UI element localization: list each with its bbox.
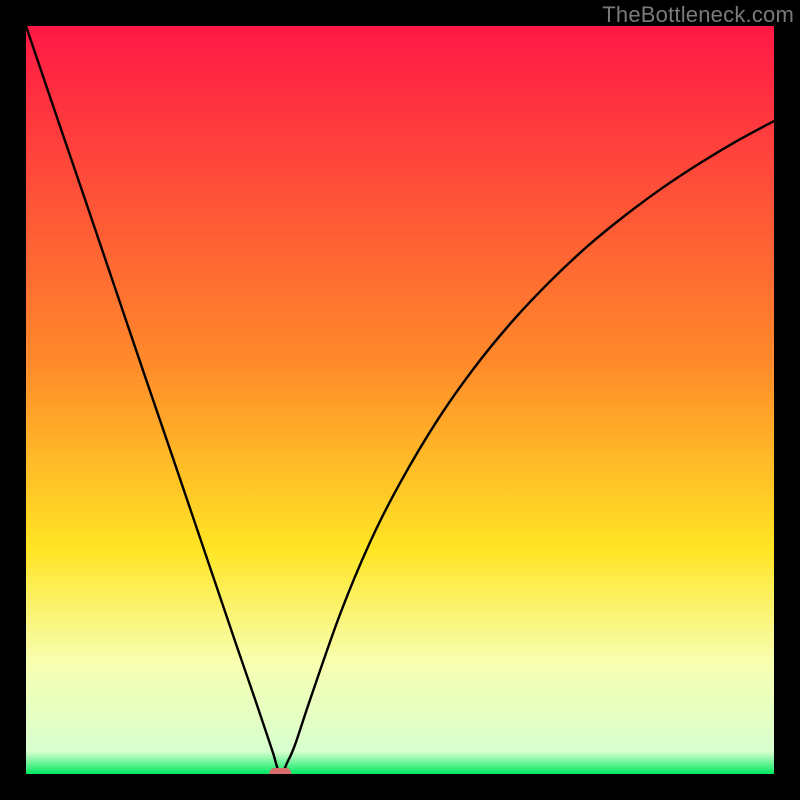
watermark-text: TheBottleneck.com — [602, 2, 794, 28]
chart-frame — [26, 26, 774, 774]
bottleneck-chart — [26, 26, 774, 774]
chart-background — [26, 26, 774, 774]
minimum-marker — [269, 768, 291, 774]
